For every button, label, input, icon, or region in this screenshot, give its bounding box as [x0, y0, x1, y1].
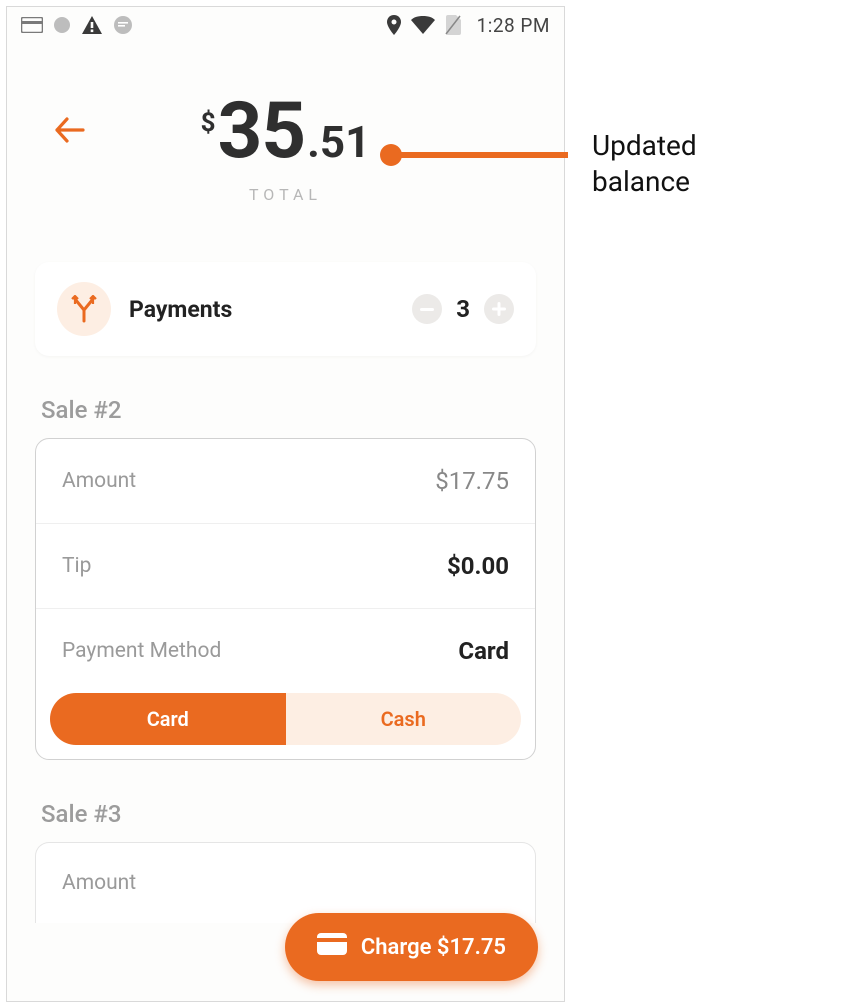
tip-value: $0.00	[447, 552, 509, 580]
no-sim-icon	[445, 15, 461, 35]
warning-icon	[81, 15, 103, 35]
method-label: Payment Method	[62, 639, 221, 663]
payments-label: Payments	[129, 296, 412, 323]
amount-whole: 35	[218, 93, 306, 171]
charge-button[interactable]: Charge $17.75	[285, 913, 538, 981]
location-icon	[387, 15, 401, 35]
chat-icon	[113, 15, 133, 35]
sale2-card: Amount $17.75 Tip $0.00 Payment Method C…	[35, 438, 536, 760]
status-bar: 1:28 PM	[7, 7, 564, 43]
back-button[interactable]	[55, 117, 85, 147]
checkout-header: $ 35 .51 TOTAL	[7, 43, 564, 222]
wifi-icon	[411, 16, 435, 34]
segment-card[interactable]: Card	[50, 693, 286, 745]
amount-value: $17.75	[435, 467, 509, 495]
total-label: TOTAL	[7, 185, 564, 204]
sale3-card: Amount	[35, 842, 536, 923]
currency-symbol: $	[201, 110, 216, 136]
sale3-title: Sale #3	[41, 800, 530, 828]
payments-card: Payments 3	[35, 262, 536, 356]
amount-label: Amount	[62, 871, 136, 895]
card-icon	[317, 933, 347, 961]
method-value: Card	[458, 637, 509, 665]
decrement-button[interactable]	[412, 294, 442, 324]
annotation-line	[400, 152, 568, 158]
sale2-title: Sale #2	[41, 396, 530, 424]
payments-stepper: 3	[412, 294, 514, 324]
card-reader-icon	[21, 17, 43, 33]
increment-button[interactable]	[484, 294, 514, 324]
tip-label: Tip	[62, 554, 91, 578]
circle-icon	[53, 16, 71, 34]
status-time: 1:28 PM	[477, 14, 550, 37]
charge-label: Charge $17.75	[361, 935, 506, 960]
payment-method-segmented: Card Cash	[36, 693, 535, 759]
sale3-amount-row[interactable]: Amount	[36, 843, 535, 923]
segment-cash[interactable]: Cash	[286, 693, 522, 745]
split-icon	[57, 282, 111, 336]
sale2-amount-row[interactable]: Amount $17.75	[36, 439, 535, 524]
annotation-dot	[380, 144, 402, 166]
amount-cents: .51	[307, 120, 370, 164]
sale2-tip-row[interactable]: Tip $0.00	[36, 524, 535, 609]
amount-label: Amount	[62, 469, 136, 493]
sale2-method-row: Payment Method Card	[36, 609, 535, 693]
annotation-text: Updated balance	[592, 128, 697, 201]
payments-count: 3	[456, 295, 470, 323]
total-amount: $ 35 .51	[201, 93, 371, 171]
